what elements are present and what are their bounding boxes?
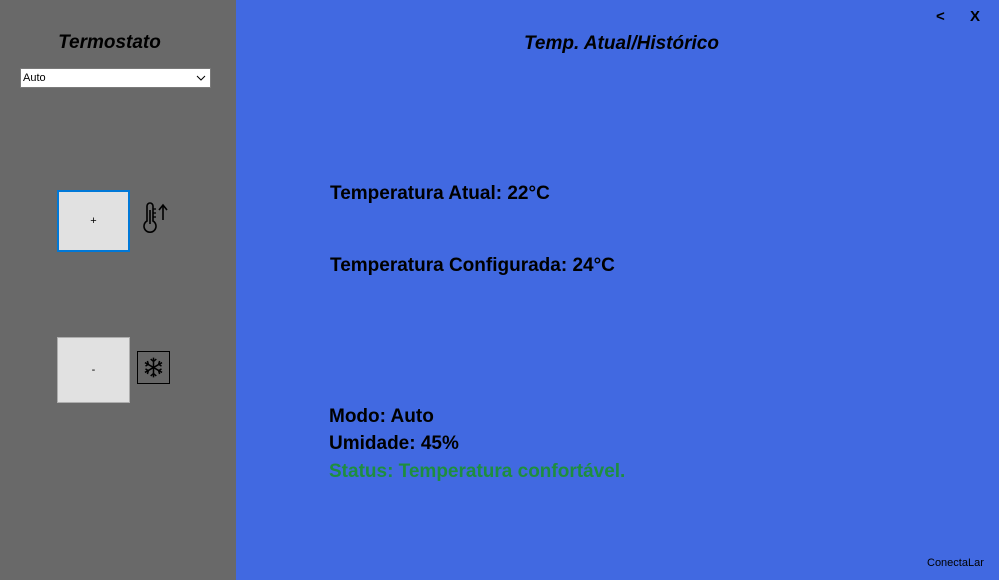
humidity-readout: Umidade: 45% bbox=[329, 433, 459, 454]
mode-readout: Modo: Auto bbox=[329, 406, 434, 427]
mode-select[interactable]: Auto bbox=[20, 68, 211, 88]
brand-label: ConectaLar bbox=[927, 557, 984, 569]
current-temperature: Temperatura Atual: 22°C bbox=[330, 183, 550, 204]
back-button[interactable]: < bbox=[936, 8, 945, 25]
thermometer-up-icon bbox=[138, 200, 170, 236]
thermostat-window: Termostato Auto + - Temp. Atual/Históric… bbox=[0, 0, 999, 580]
mode-select-value: Auto bbox=[23, 72, 46, 84]
status-message: Status: Temperatura confortável. bbox=[329, 461, 626, 482]
configured-temperature: Temperatura Configurada: 24°C bbox=[330, 255, 615, 276]
sidebar-title: Termostato bbox=[58, 32, 161, 53]
sidebar: Termostato Auto + - bbox=[0, 0, 236, 580]
increase-temp-button[interactable]: + bbox=[57, 190, 130, 252]
page-title: Temp. Atual/Histórico bbox=[524, 33, 719, 54]
close-button[interactable]: X bbox=[970, 8, 980, 25]
decrease-temp-button[interactable]: - bbox=[57, 337, 130, 403]
chevron-down-icon bbox=[196, 75, 206, 81]
snowflake-icon bbox=[137, 351, 170, 384]
